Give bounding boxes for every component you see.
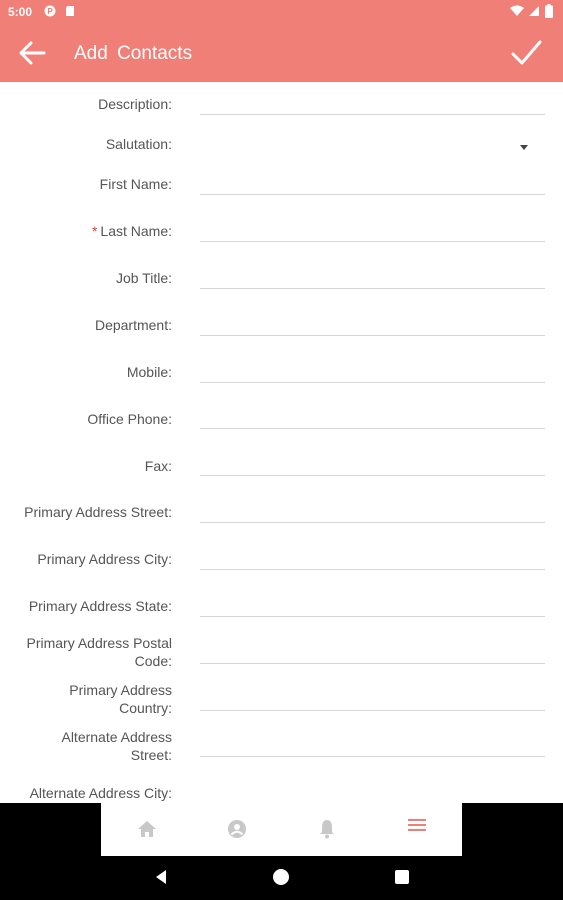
- primary-postal-code-underline: [200, 663, 545, 664]
- bell-icon[interactable]: [315, 817, 339, 841]
- primary-street-input[interactable]: [200, 499, 545, 523]
- primary-country-label: Primary Address Country:: [69, 682, 172, 716]
- primary-street-label: Primary Address Street:: [24, 504, 172, 520]
- app-bar: Add Contacts: [0, 24, 563, 82]
- menu-icon[interactable]: [405, 813, 429, 837]
- sd-card-icon: [66, 6, 74, 16]
- fax-label: Fax:: [144, 458, 172, 474]
- check-icon[interactable]: [508, 36, 544, 70]
- signal-icon: [529, 6, 539, 16]
- profile-icon[interactable]: [225, 817, 249, 841]
- description-label: Description:: [98, 96, 172, 112]
- last-name-label: * Last Name:: [2, 222, 172, 240]
- alternate-city-label: Alternate Address City:: [29, 785, 172, 801]
- app-notification-icon: P: [44, 5, 56, 17]
- primary-city-input[interactable]: [200, 545, 545, 569]
- bottom-navigation: [101, 803, 462, 856]
- first-name-input[interactable]: [200, 170, 545, 194]
- fax-underline: [200, 475, 545, 476]
- description-underline: [200, 114, 545, 115]
- primary-country-underline: [200, 710, 545, 711]
- required-marker: *: [91, 223, 98, 239]
- home-icon[interactable]: [135, 817, 159, 841]
- mobile-label: Mobile:: [126, 364, 172, 380]
- alternate-street-underline: [200, 756, 545, 757]
- job-title-label: Job Title:: [115, 270, 172, 286]
- home-circle-icon[interactable]: [273, 869, 289, 885]
- last-name-underline: [200, 241, 545, 242]
- primary-country-input[interactable]: [200, 686, 545, 710]
- description-input[interactable]: [200, 90, 545, 114]
- primary-postal-code-input[interactable]: [200, 639, 545, 663]
- status-bar: 5:00 P: [0, 0, 563, 24]
- primary-state-input[interactable]: [200, 592, 545, 616]
- department-label: Department:: [94, 317, 172, 333]
- page-title: Add Contacts: [74, 43, 193, 64]
- primary-postal-code-label: Primary Address Postal Code:: [26, 635, 173, 669]
- chevron-down-icon[interactable]: [520, 145, 528, 150]
- salutation-select[interactable]: [200, 132, 510, 156]
- primary-city-label: Primary Address City:: [37, 551, 172, 567]
- alternate-street-input[interactable]: [200, 733, 545, 757]
- alternate-street-label: Alternate Address Street:: [61, 729, 172, 763]
- status-time: 5:00: [8, 5, 33, 19]
- first-name-label: First Name:: [99, 176, 172, 192]
- alternate-city-input[interactable]: [200, 780, 545, 803]
- primary-city-underline: [200, 569, 545, 570]
- office-phone-label: Office Phone:: [87, 411, 172, 427]
- department-underline: [200, 335, 545, 336]
- last-name-input[interactable]: [200, 217, 545, 241]
- first-name-underline: [200, 194, 545, 195]
- mobile-underline: [200, 382, 545, 383]
- wifi-icon: [510, 5, 524, 16]
- battery-icon: [545, 4, 553, 18]
- job-title-underline: [200, 288, 545, 289]
- primary-street-underline: [200, 522, 545, 523]
- department-input[interactable]: [200, 311, 545, 335]
- job-title-input[interactable]: [200, 264, 545, 288]
- recents-square-icon[interactable]: [395, 870, 409, 884]
- primary-state-label: Primary Address State:: [28, 598, 172, 614]
- last-name-label-text: Last Name:: [100, 223, 172, 239]
- back-triangle-icon[interactable]: [152, 868, 170, 886]
- office-phone-underline: [200, 428, 545, 429]
- mobile-input[interactable]: [200, 358, 545, 382]
- contact-form: Description: Salutation: First Name: * La…: [0, 82, 563, 803]
- fax-input[interactable]: [200, 452, 545, 476]
- arrow-back-icon[interactable]: [16, 37, 48, 69]
- svg-text:P: P: [47, 7, 53, 16]
- primary-state-underline: [200, 616, 545, 617]
- office-phone-input[interactable]: [200, 405, 545, 429]
- salutation-label: Salutation:: [105, 136, 172, 152]
